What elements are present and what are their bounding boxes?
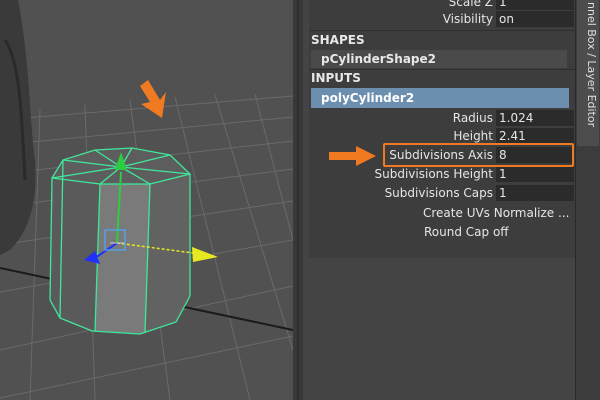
attr-value[interactable]: on	[496, 11, 574, 27]
attr-label: Visibility	[442, 12, 493, 26]
shapes-header: SHAPES	[311, 33, 365, 47]
attr-row-subdivisions-height[interactable]: Subdivisions Height 1	[309, 166, 575, 183]
viewport-3d[interactable]	[0, 0, 293, 400]
annotation-arrow-right	[329, 146, 376, 166]
attr-row-visibility[interactable]: Visibility on	[309, 11, 575, 28]
attr-row-scale-z[interactable]: Scale Z 1	[309, 0, 575, 11]
side-tab-label[interactable]: nnel Box / Layer Editor	[578, 2, 598, 147]
attr-row-subdivisions-caps[interactable]: Subdivisions Caps 1	[309, 185, 575, 202]
attr-label: Scale Z	[448, 0, 493, 9]
input-node-selected[interactable]: polyCylinder2	[311, 88, 569, 108]
shape-node-item[interactable]: pCylinderShape2	[311, 50, 567, 68]
side-tab-bar: nnel Box / Layer Editor	[575, 0, 600, 400]
attr-value[interactable]: 1	[496, 0, 574, 10]
attr-label: Subdivisions Height	[374, 167, 494, 181]
create-uvs-row[interactable]: Create UVs Normalize ...	[423, 206, 569, 220]
attr-row-radius[interactable]: Radius 1.024	[309, 110, 575, 127]
attr-value[interactable]: 1	[496, 166, 574, 182]
annotation-highlight-box	[383, 143, 574, 167]
attr-value[interactable]: 1.024	[496, 110, 574, 126]
attr-label: Radius	[452, 111, 493, 125]
character-model	[0, 0, 36, 255]
attr-value[interactable]: 2.41	[496, 128, 574, 144]
inputs-header: INPUTS	[311, 71, 361, 85]
attr-value[interactable]: 1	[496, 185, 574, 201]
panel-divider[interactable]	[293, 0, 303, 400]
divider	[309, 30, 575, 31]
divider	[309, 69, 575, 70]
attr-label: Height	[453, 129, 493, 143]
viewport-scene	[0, 0, 293, 400]
round-cap-row[interactable]: Round Cap off	[424, 225, 509, 239]
annotation-arrow-down	[140, 80, 166, 118]
channel-box: Scale Z 1 Visibility on SHAPES pCylinder…	[303, 0, 575, 400]
attr-label: Subdivisions Caps	[384, 186, 493, 200]
